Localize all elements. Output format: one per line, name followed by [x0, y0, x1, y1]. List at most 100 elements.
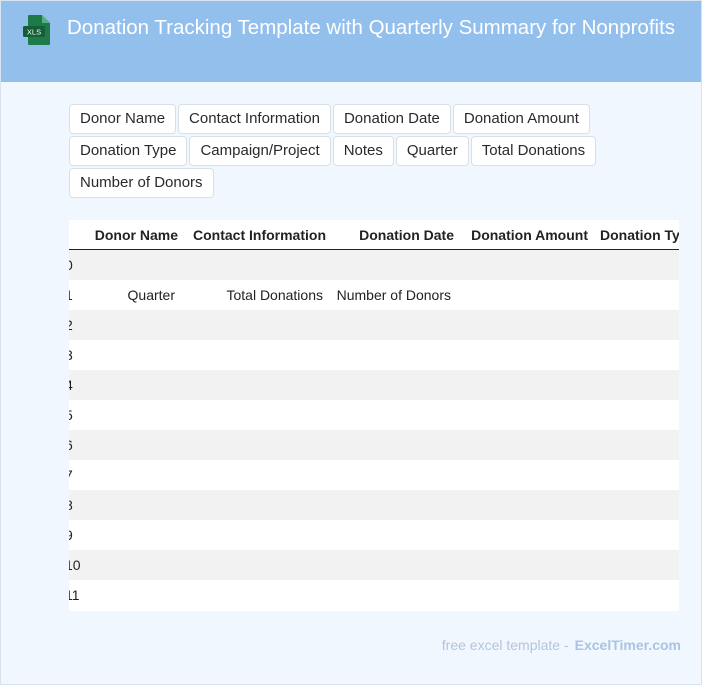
row-index-cell: 2 [69, 310, 83, 340]
data-table: Donor Name Contact Information Donation … [69, 220, 679, 610]
table-cell [593, 580, 679, 610]
table-row: 11 [69, 580, 679, 610]
table-cell [593, 280, 679, 310]
table-cell [593, 310, 679, 340]
column-header-index [69, 220, 83, 250]
table-cell [459, 490, 593, 520]
table-cell [331, 310, 459, 340]
column-header-donation-amount: Donation Amount [459, 220, 593, 250]
column-tag: Contact Information [178, 104, 331, 134]
table-header-row: Donor Name Contact Information Donation … [69, 220, 679, 250]
column-header-contact-information: Contact Information [183, 220, 331, 250]
table-cell [459, 280, 593, 310]
table-cell [459, 460, 593, 490]
table-cell [83, 370, 183, 400]
spreadsheet-preview: Donor Name Contact Information Donation … [69, 220, 679, 611]
table-cell [183, 550, 331, 580]
table-cell [331, 580, 459, 610]
column-tag: Donation Date [332, 104, 451, 134]
table-row: 10 [69, 550, 679, 580]
table-row: 7 [69, 460, 679, 490]
row-index-cell: 1 [69, 280, 83, 310]
table-cell [183, 430, 331, 460]
table-cell [593, 340, 679, 370]
table-cell: Total Donations [226, 287, 323, 303]
column-tag: Notes [332, 136, 394, 166]
column-tag: Campaign/Project [189, 136, 331, 166]
table-cell [331, 340, 459, 370]
table-cell [183, 400, 331, 430]
row-index-cell: 11 [69, 587, 80, 603]
table-row: 0 [69, 249, 679, 281]
column-header-donation-type: Donation Type [593, 220, 679, 250]
row-index-cell: 7 [69, 460, 83, 490]
table-cell [83, 430, 183, 460]
footer-credit: free excel template - ExcelTimer.com [442, 637, 681, 653]
table-cell [331, 400, 459, 430]
table-cell [459, 310, 593, 340]
table-cell [459, 520, 593, 550]
page-title: Donation Tracking Template with Quarterl… [67, 16, 676, 39]
column-tag: Donor Name [69, 104, 177, 134]
table-cell [593, 370, 679, 400]
table-cell [593, 520, 679, 550]
row-index-cell: 10 [69, 557, 81, 573]
table-cell [183, 460, 331, 490]
table-row: 1 Quarter Total Donations Number of Donors [69, 280, 679, 310]
table-cell [83, 520, 183, 550]
table-cell [83, 340, 183, 370]
table-row: 5 [69, 400, 679, 430]
table-cell [331, 550, 459, 580]
table-cell [459, 580, 593, 610]
column-header-donor-name: Donor Name [83, 220, 183, 250]
row-index-cell: 9 [69, 520, 83, 550]
table-row: 3 [69, 340, 679, 370]
table-cell [183, 580, 331, 610]
table-cell [183, 370, 331, 400]
table-row: 6 [69, 430, 679, 460]
column-tag-list: Donor Name Contact Information Donation Da… [69, 104, 629, 198]
table-cell [183, 250, 331, 281]
table-cell [331, 520, 459, 550]
table-row: 9 [69, 520, 679, 550]
table-row: 4 [69, 370, 679, 400]
table-cell [593, 550, 679, 580]
table-row: 8 [69, 490, 679, 520]
row-index-cell: 8 [69, 490, 83, 520]
table-cell [83, 550, 183, 580]
table-cell [183, 520, 331, 550]
table-cell [459, 430, 593, 460]
table-cell [183, 490, 331, 520]
table-cell [459, 250, 593, 281]
table-cell [593, 430, 679, 460]
table-cell: Quarter [127, 287, 175, 303]
column-tag: Donation Amount [452, 104, 590, 134]
table-cell [331, 430, 459, 460]
column-tag: Quarter [395, 136, 469, 166]
column-tag: Donation Type [69, 136, 188, 166]
table-row: 2 [69, 310, 679, 340]
table-cell [331, 490, 459, 520]
row-index-cell: 0 [69, 250, 83, 281]
table-cell [593, 400, 679, 430]
table-cell [83, 460, 183, 490]
header-banner: XLS Donation Tracking Template with Quar… [1, 1, 701, 82]
table-cell [83, 580, 183, 610]
template-card: XLS Donation Tracking Template with Quar… [0, 0, 702, 685]
table-cell [83, 310, 183, 340]
table-cell [593, 490, 679, 520]
table-cell [459, 550, 593, 580]
footer-text: free excel template - [441, 637, 569, 653]
table-cell [459, 400, 593, 430]
table-cell: Number of Donors [336, 287, 451, 303]
table-cell [183, 340, 331, 370]
column-header-donation-date: Donation Date [331, 220, 459, 250]
row-index-cell: 3 [69, 340, 83, 370]
row-index-cell: 6 [69, 430, 83, 460]
table-cell [459, 370, 593, 400]
table-cell [331, 460, 459, 490]
table-cell [593, 460, 679, 490]
column-tag: Number of Donors [69, 168, 214, 198]
footer-brand-link[interactable]: ExcelTimer.com [575, 637, 681, 653]
table-cell [183, 310, 331, 340]
